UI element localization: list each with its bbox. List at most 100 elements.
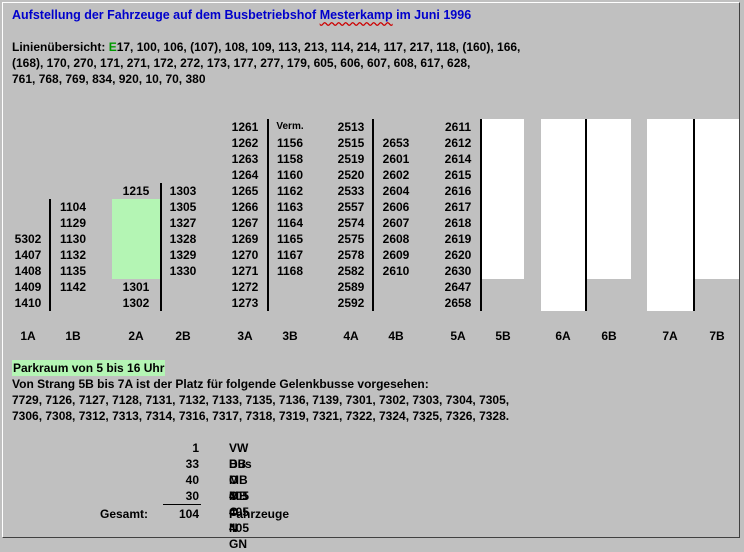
vehicle-number: 2609 <box>382 248 410 262</box>
lane-divider <box>585 119 587 311</box>
summary-count: 40 <box>185 473 199 487</box>
white-block-7b <box>695 119 739 279</box>
line-list: 17, 100, 106, (107), 108, 109, 113, 213,… <box>116 40 521 54</box>
lane-divider <box>693 119 695 311</box>
lane-label: 5A <box>450 329 466 343</box>
vehicle-number: 1272 <box>231 280 259 294</box>
lane-2a-vehicles: 1215 1301 1302 <box>116 183 156 311</box>
summary-underline <box>163 504 201 505</box>
line-e-prefix: E <box>108 40 117 54</box>
vehicle-number: 1165 <box>276 232 304 246</box>
line-overview-row: Linienübersicht: E17, 100, 106, (107), 1… <box>12 39 520 55</box>
vehicle-number: 1129 <box>59 216 87 230</box>
vehicle-number: 1168 <box>276 264 304 278</box>
vehicle-number: 1163 <box>276 200 304 214</box>
vehicle-number: 2515 <box>337 136 365 150</box>
lane-2b-vehicles: 1303 1305 1327 1328 1329 1330 <box>163 183 203 279</box>
vehicle-number: 2616 <box>444 184 472 198</box>
vehicle-number: 1262 <box>231 136 259 150</box>
vehicle-number: 1104 <box>59 200 87 214</box>
vehicle-number: 2612 <box>444 136 472 150</box>
vehicle-number: 2653 <box>382 136 410 150</box>
summary-count: 1 <box>192 441 199 455</box>
lane-divider <box>267 119 269 311</box>
lane-label: 1B <box>65 329 81 343</box>
vehicle-number: 2617 <box>444 200 472 214</box>
line-overview-label: Linienübersicht: <box>12 40 109 54</box>
vehicle-number: 1130 <box>59 232 87 246</box>
vehicle-number: 1327 <box>169 216 197 230</box>
lane-4b-vehicles: 2653 2601 2602 2604 2606 2607 2608 2609 2610 <box>376 135 416 279</box>
vehicle-number: 2604 <box>382 184 410 198</box>
lane-label: 6A <box>555 329 571 343</box>
vehicle-number <box>116 215 156 231</box>
vehicle-number: 2658 <box>444 296 472 310</box>
vehicle-number <box>116 247 156 263</box>
lane-label: 5B <box>495 329 511 343</box>
white-block-6b <box>587 119 631 279</box>
vehicle-number: 1409 <box>14 280 42 294</box>
lane-label: 4B <box>388 329 404 343</box>
vehicle-number: 2611 <box>444 120 472 134</box>
vehicle-number: 2557 <box>337 200 365 214</box>
summary-total-type: Fahrzeuge <box>229 507 290 521</box>
vehicle-number: 1162 <box>276 184 304 198</box>
lane-label: 3A <box>237 329 253 343</box>
vehicle-number: 1329 <box>169 248 197 262</box>
vehicle-number: 2533 <box>337 184 365 198</box>
vehicle-number: 2608 <box>382 232 410 246</box>
white-block-5b <box>482 119 524 279</box>
vehicle-number <box>116 231 156 247</box>
vehicle-number: 2575 <box>337 232 365 246</box>
line-list: 761, 768, 769, 834, 920, 10, 70, 380 <box>12 72 206 86</box>
lane-label: 2A <box>128 329 144 343</box>
vehicle-number: 1302 <box>122 296 150 310</box>
lane-divider <box>372 119 374 311</box>
lane-3b-vehicles: Verm. 1156 1158 1160 1162 1163 1164 1165 1167 116… <box>270 119 310 279</box>
vehicle-number: 2620 <box>444 248 472 262</box>
vehicle-number: 1410 <box>14 296 42 310</box>
vehicle-number: 1267 <box>231 216 259 230</box>
parking-text: Von Strang 5B bis 7A ist der Platz für f… <box>12 377 429 391</box>
vehicle-number: Verm. <box>276 121 304 132</box>
parking-list: 7306, 7308, 7312, 7313, 7314, 7316, 7317… <box>12 409 510 423</box>
vehicle-number: 1266 <box>231 200 259 214</box>
summary-count: 33 <box>185 457 199 471</box>
vehicle-number <box>116 199 156 215</box>
vehicle-number: 5302 <box>14 232 42 246</box>
lane-4a-vehicles: 2513 2515 2519 2520 2533 2557 2574 2575 2578 2582… <box>331 119 371 311</box>
vehicle-number: 1408 <box>14 264 42 278</box>
line-overview: Linienübersicht: E17, 100, 106, (107), 1… <box>12 39 520 87</box>
vehicle-number: 1160 <box>276 168 304 182</box>
vehicle-number: 2610 <box>382 264 410 278</box>
vehicle-number: 1263 <box>231 152 259 166</box>
vehicle-number: 1305 <box>169 200 197 214</box>
vehicle-number: 1328 <box>169 232 197 246</box>
lane-label: 1A <box>20 329 36 343</box>
lane-1b-vehicles: 1104 1129 1130 1132 1135 1142 <box>53 199 93 295</box>
vehicle-number: 1167 <box>276 248 304 262</box>
vehicle-number: 1135 <box>59 264 87 278</box>
title-place: Mesterkamp <box>319 8 393 22</box>
vehicle-number: 1271 <box>231 264 259 278</box>
lane-label: 7B <box>709 329 725 343</box>
lane-label: 7A <box>662 329 678 343</box>
summary-count: 30 <box>185 489 199 503</box>
vehicle-number: 1215 <box>122 184 150 198</box>
line-list: (168), 170, 270, 171, 271, 172, 272, 173… <box>12 56 471 70</box>
title-part: Aufstellung der Fahrzeuge auf dem Busbet… <box>12 8 320 22</box>
page-title: Aufstellung der Fahrzeuge auf dem Busbet… <box>12 7 471 23</box>
vehicle-number: 2520 <box>337 168 365 182</box>
vehicle-number: 2519 <box>337 152 365 166</box>
lane-label: 3B <box>282 329 298 343</box>
lane-label: 2B <box>175 329 191 343</box>
vehicle-number: 1269 <box>231 232 259 246</box>
lane-1a-vehicles: 5302 1407 1408 1409 1410 <box>8 231 48 311</box>
white-block-6a <box>541 119 585 311</box>
lane-label: 4A <box>343 329 359 343</box>
summary-total-count: 104 <box>178 507 199 521</box>
vehicle-number: 2606 <box>382 200 410 214</box>
vehicle-number <box>116 263 156 279</box>
vehicle-number: 2601 <box>382 152 410 166</box>
vehicle-number: 2592 <box>337 296 365 310</box>
